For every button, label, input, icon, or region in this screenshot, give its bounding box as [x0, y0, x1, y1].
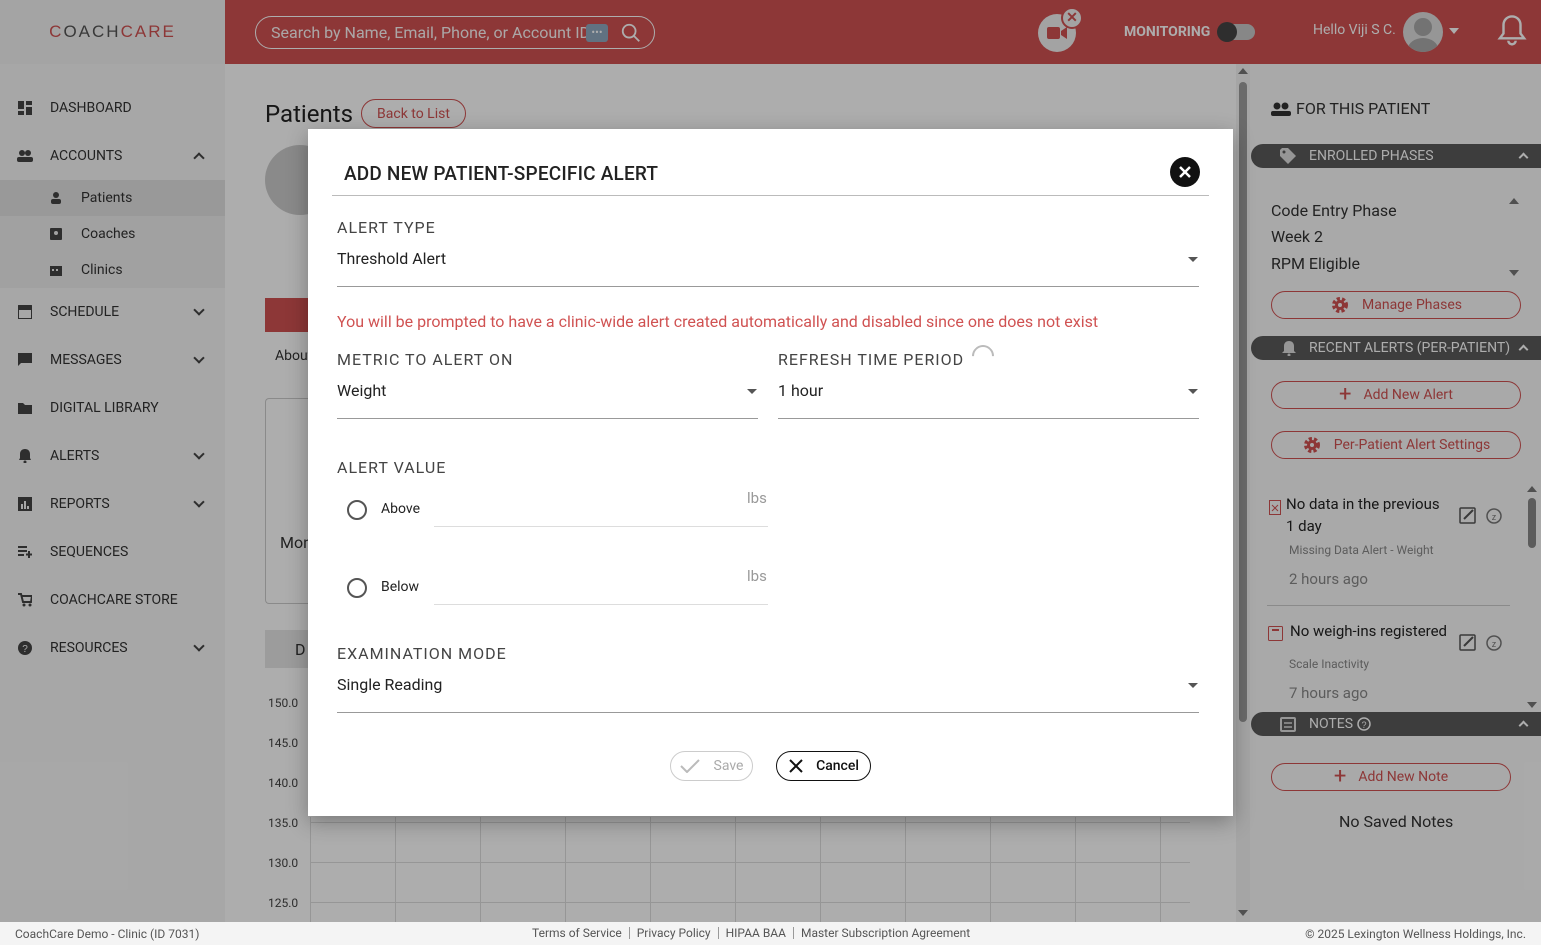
refresh-period-select[interactable]: 1 hour	[778, 381, 823, 400]
examination-mode-label: EXAMINATION MODE	[337, 644, 507, 663]
alert-type-select[interactable]: Threshold Alert	[337, 249, 446, 268]
add-alert-dialog: ADD NEW PATIENT-SPECIFIC ALERT ALERT TYP…	[308, 129, 1233, 816]
dropdown-caret-icon[interactable]	[1188, 389, 1198, 394]
metric-select[interactable]: Weight	[337, 381, 386, 400]
msa-link[interactable]: Master Subscription Agreement	[794, 927, 977, 939]
alert-value-label: ALERT VALUE	[337, 458, 447, 477]
metric-label: METRIC TO ALERT ON	[337, 350, 514, 369]
below-radio[interactable]	[347, 578, 367, 598]
alert-type-label: ALERT TYPE	[337, 218, 436, 237]
save-button[interactable]: Save	[670, 751, 753, 781]
field-underline	[337, 286, 1199, 287]
dialog-title: ADD NEW PATIENT-SPECIFIC ALERT	[344, 162, 659, 185]
field-underline	[337, 418, 758, 419]
above-unit: lbs	[747, 489, 767, 507]
above-radio[interactable]	[347, 500, 367, 520]
below-label: Below	[381, 579, 420, 595]
footer: CoachCare Demo - Clinic (ID 7031) Terms …	[0, 922, 1541, 945]
dropdown-caret-icon[interactable]	[1188, 683, 1198, 688]
examination-mode-select[interactable]: Single Reading	[337, 675, 442, 694]
below-value-input[interactable]	[434, 604, 768, 605]
privacy-link[interactable]: Privacy Policy	[630, 927, 719, 939]
clinic-id: CoachCare Demo - Clinic (ID 7031)	[15, 927, 200, 941]
field-underline	[778, 418, 1199, 419]
close-icon[interactable]	[1170, 157, 1200, 187]
close-icon	[789, 759, 803, 773]
field-underline	[337, 712, 1199, 713]
above-label: Above	[381, 501, 420, 517]
dropdown-caret-icon[interactable]	[747, 389, 757, 394]
check-icon	[679, 759, 700, 773]
warning-message: You will be prompted to have a clinic-wi…	[337, 312, 1099, 331]
footer-links: Terms of Service Privacy Policy HIPAA BA…	[532, 927, 977, 939]
terms-link[interactable]: Terms of Service	[532, 927, 630, 939]
dropdown-caret-icon[interactable]	[1188, 257, 1198, 262]
hipaa-link[interactable]: HIPAA BAA	[719, 927, 794, 939]
title-divider	[332, 195, 1209, 196]
copyright: © 2025 Lexington Wellness Holdings, Inc.	[1305, 927, 1526, 941]
cancel-button[interactable]: Cancel	[776, 751, 871, 781]
below-unit: lbs	[747, 567, 767, 585]
refresh-period-label: REFRESH TIME PERIOD	[778, 350, 965, 369]
loading-spinner-icon	[967, 340, 999, 372]
above-value-input[interactable]	[434, 526, 768, 527]
